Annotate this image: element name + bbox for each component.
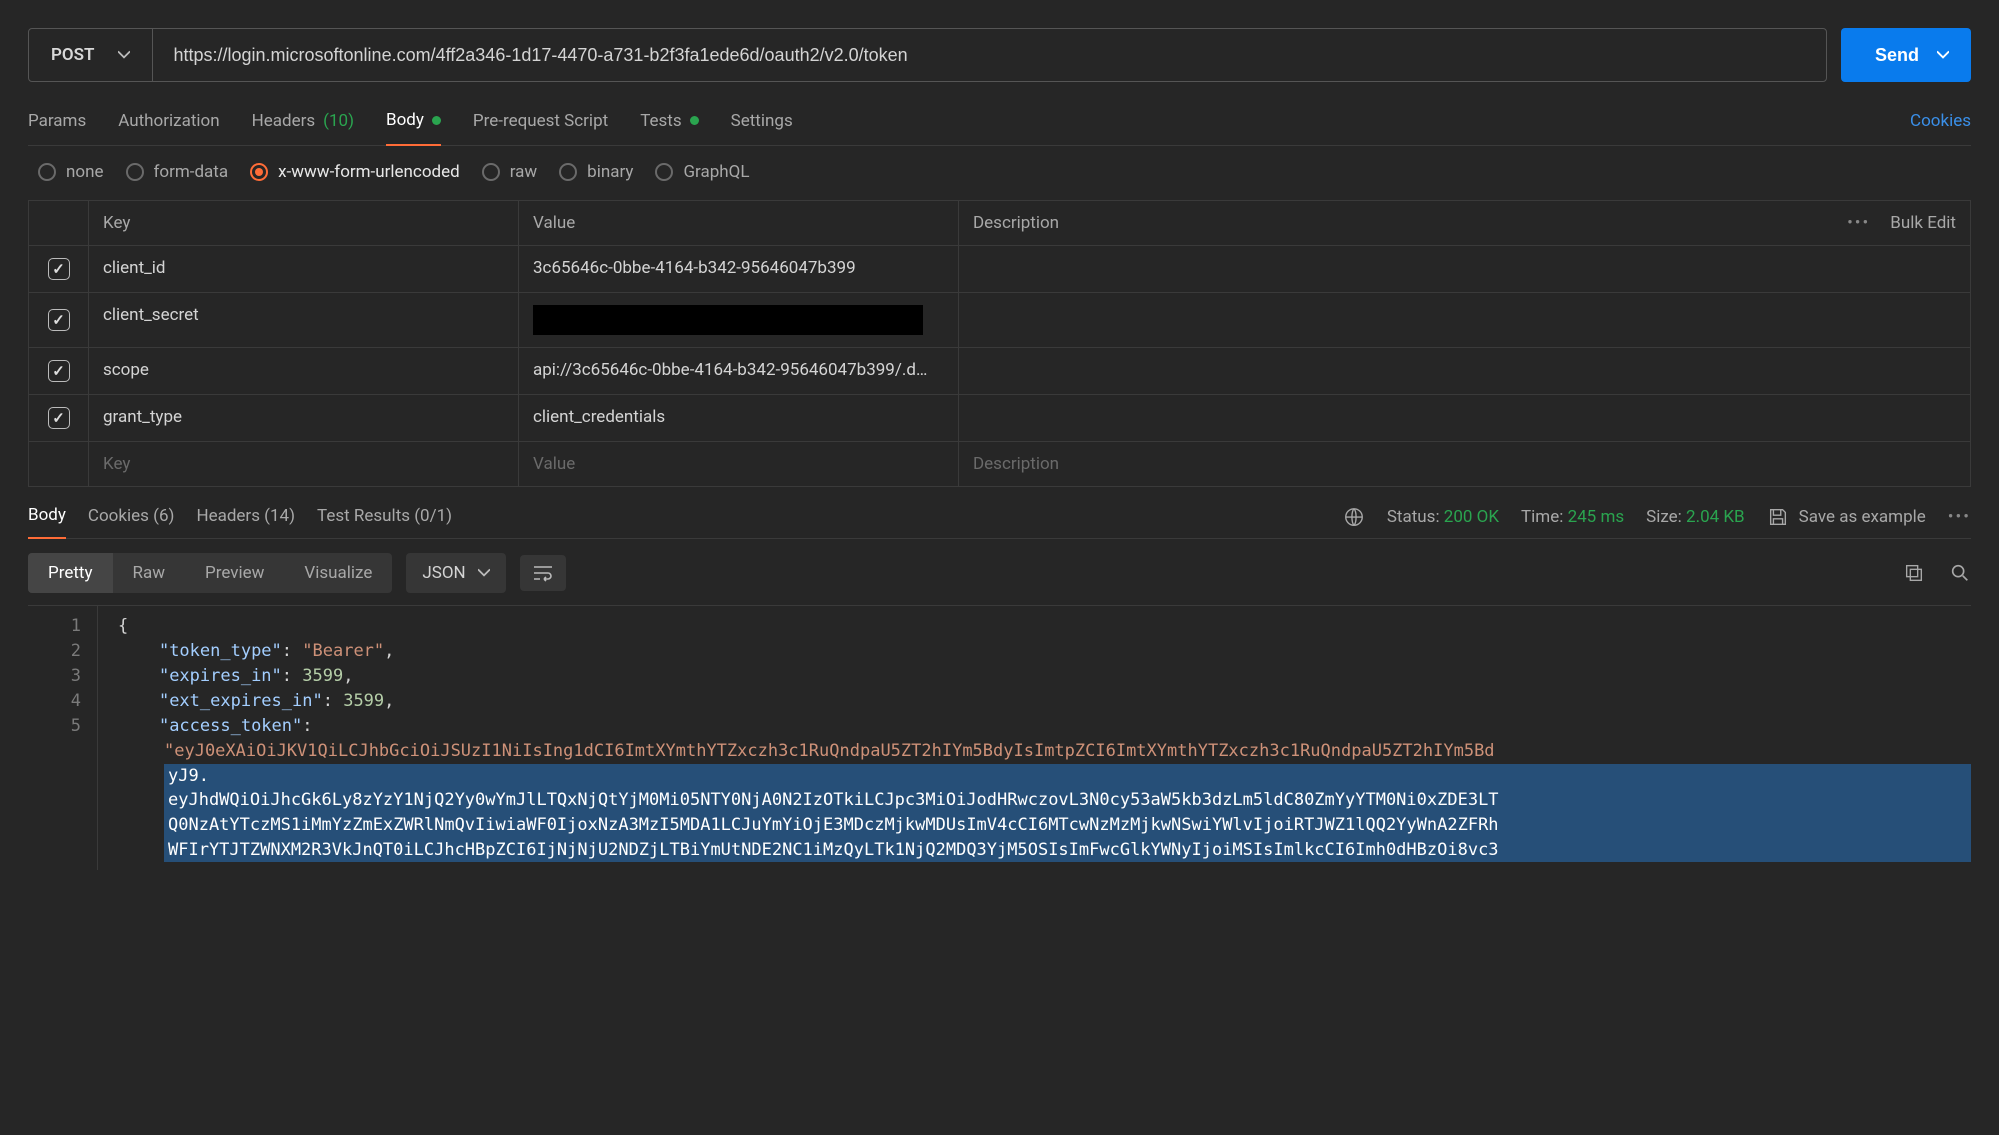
- tab-prerequest[interactable]: Pre-request Script: [473, 111, 608, 145]
- bulk-edit-link[interactable]: Bulk Edit: [1890, 213, 1956, 233]
- col-value: Value: [519, 201, 959, 245]
- table-header-row: Key Value Description ••• Bulk Edit: [29, 200, 1970, 245]
- resp-tab-test-results[interactable]: Test Results (0/1): [317, 506, 452, 538]
- tab-body[interactable]: Body: [386, 110, 441, 146]
- param-key[interactable]: client_id: [89, 246, 519, 292]
- row-checkbox[interactable]: [48, 258, 70, 280]
- body-type-raw[interactable]: raw: [482, 162, 537, 182]
- row-checkbox[interactable]: [48, 309, 70, 331]
- table-row: grant_type client_credentials: [29, 394, 1970, 441]
- table-row: scope api://3c65646c-0bbe-4164-b342-9564…: [29, 347, 1970, 394]
- http-method-label: POST: [51, 45, 94, 65]
- param-value[interactable]: api://3c65646c-0bbe-4164-b342-95646047b3…: [519, 348, 959, 394]
- body-type-form-data[interactable]: form-data: [126, 162, 229, 182]
- size-label: Size:: [1646, 507, 1682, 527]
- param-key[interactable]: client_secret: [89, 293, 519, 347]
- table-row: client_id 3c65646c-0bbe-4164-b342-956460…: [29, 245, 1970, 292]
- time-label: Time:: [1521, 507, 1563, 527]
- format-select[interactable]: JSON: [406, 553, 505, 593]
- tab-params[interactable]: Params: [28, 111, 86, 145]
- view-toolbar: Pretty Raw Preview Visualize JSON: [28, 553, 1971, 593]
- row-checkbox[interactable]: [48, 360, 70, 382]
- chevron-down-icon: [478, 567, 490, 579]
- param-desc[interactable]: [959, 246, 1970, 292]
- status-value: 200 OK: [1444, 507, 1499, 527]
- code-source[interactable]: { "token_type": "Bearer", "expires_in": …: [98, 606, 1971, 870]
- param-key[interactable]: scope: [89, 348, 519, 394]
- param-desc[interactable]: [959, 395, 1970, 441]
- param-key-input[interactable]: Key: [89, 442, 519, 486]
- send-button[interactable]: Send: [1841, 28, 1971, 82]
- request-group: POST: [28, 28, 1827, 82]
- line-gutter: 12345: [28, 606, 98, 870]
- param-key[interactable]: grant_type: [89, 395, 519, 441]
- save-icon: [1767, 506, 1789, 528]
- request-tabs: Params Authorization Headers (10) Body P…: [28, 110, 1971, 146]
- time-value: 245 ms: [1568, 507, 1625, 527]
- param-value[interactable]: client_credentials: [519, 395, 959, 441]
- table-row-empty: Key Value Description: [29, 441, 1970, 486]
- body-type-graphql[interactable]: GraphQL: [655, 162, 749, 182]
- cookies-link[interactable]: Cookies: [1910, 111, 1971, 145]
- resp-tab-headers[interactable]: Headers (14): [196, 506, 295, 538]
- body-type-binary[interactable]: binary: [559, 162, 633, 182]
- tab-headers-label: Headers: [252, 111, 316, 131]
- param-desc[interactable]: [959, 348, 1970, 394]
- param-value[interactable]: 3c65646c-0bbe-4164-b342-95646047b399: [519, 246, 959, 292]
- row-checkbox[interactable]: [48, 407, 70, 429]
- param-desc-input[interactable]: Description: [959, 442, 1970, 486]
- globe-icon[interactable]: [1343, 506, 1365, 528]
- view-preview[interactable]: Preview: [185, 553, 284, 593]
- size-value: 2.04 KB: [1686, 507, 1745, 527]
- body-type-none[interactable]: none: [38, 162, 104, 182]
- tab-settings[interactable]: Settings: [731, 111, 793, 145]
- table-row: client_secret: [29, 292, 1970, 347]
- send-button-label: Send: [1875, 45, 1919, 66]
- redacted-value: [533, 305, 923, 335]
- body-type-x-www-form-urlencoded[interactable]: x-www-form-urlencoded: [250, 162, 460, 182]
- wrap-lines-button[interactable]: [520, 555, 566, 591]
- tab-headers-count: (10): [323, 111, 354, 131]
- copy-icon[interactable]: [1903, 562, 1925, 584]
- param-desc[interactable]: [959, 293, 1970, 347]
- chevron-down-icon: [118, 49, 130, 61]
- search-icon[interactable]: [1949, 562, 1971, 584]
- chevron-down-icon: [1937, 49, 1949, 61]
- dot-indicator: [690, 116, 699, 125]
- tab-body-label: Body: [386, 110, 424, 130]
- view-pretty[interactable]: Pretty: [28, 553, 113, 593]
- selected-text: yJ9. eyJhdWQiOiJhcGk6Ly8zYzY1NjQ2Yy0wYmJ…: [164, 764, 1971, 863]
- form-params-table: Key Value Description ••• Bulk Edit clie…: [28, 200, 1971, 487]
- view-raw[interactable]: Raw: [113, 553, 186, 593]
- response-tabs: Body Cookies (6) Headers (14) Test Resul…: [28, 505, 1971, 539]
- param-value-input[interactable]: Value: [519, 442, 959, 486]
- resp-tab-cookies[interactable]: Cookies (6): [88, 506, 175, 538]
- dot-indicator: [432, 116, 441, 125]
- response-body: 12345 { "token_type": "Bearer", "expires…: [28, 605, 1971, 870]
- view-mode-segment: Pretty Raw Preview Visualize: [28, 553, 392, 593]
- tab-headers[interactable]: Headers (10): [252, 111, 354, 145]
- save-as-example[interactable]: Save as example: [1767, 506, 1926, 528]
- tab-authorization[interactable]: Authorization: [118, 111, 219, 145]
- more-icon[interactable]: •••: [1847, 213, 1870, 233]
- tab-tests[interactable]: Tests: [640, 111, 698, 145]
- param-value[interactable]: [519, 293, 959, 347]
- col-key: Key: [89, 201, 519, 245]
- http-method-select[interactable]: POST: [29, 29, 153, 81]
- resp-tab-body[interactable]: Body: [28, 505, 66, 539]
- col-description: Description: [973, 213, 1059, 233]
- body-type-row: none form-data x-www-form-urlencoded raw…: [28, 146, 1971, 198]
- more-icon[interactable]: •••: [1948, 507, 1971, 527]
- url-input[interactable]: [153, 29, 1826, 81]
- view-visualize[interactable]: Visualize: [284, 553, 392, 593]
- status-label: Status:: [1387, 507, 1440, 527]
- tab-tests-label: Tests: [640, 111, 681, 131]
